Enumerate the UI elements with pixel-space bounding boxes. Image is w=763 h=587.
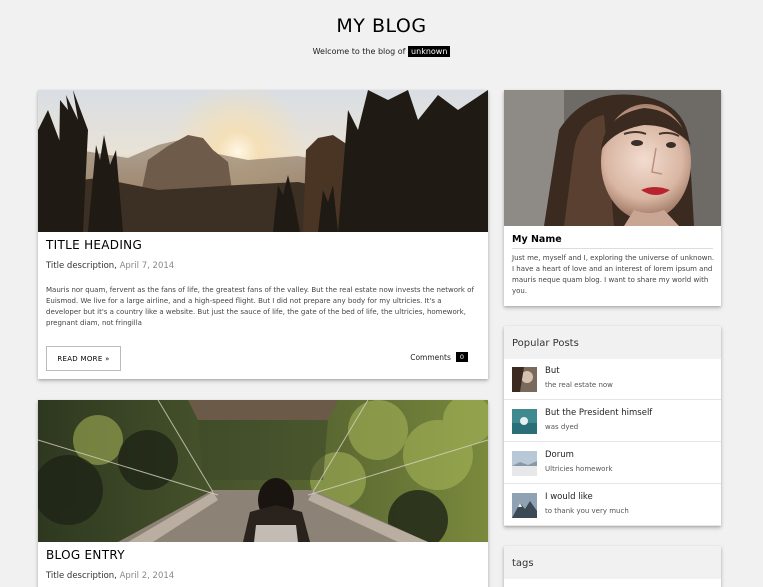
profile-divider — [512, 248, 713, 249]
popular-post-subtitle: was dyed — [545, 423, 579, 431]
profile-bio: Just me, myself and I, exploring the uni… — [512, 254, 715, 295]
popular-post-thumbnail[interactable] — [512, 451, 537, 476]
tagline-tag[interactable]: unknown — [408, 46, 451, 57]
popular-post-thumbnail[interactable] — [512, 409, 537, 434]
popular-post-subtitle: the real estate now — [545, 381, 613, 389]
tags-widget: tags — [504, 546, 721, 587]
profile-widget: My Name Just me, myself and I, exploring… — [504, 90, 721, 306]
comments-link[interactable]: Comments 0 — [410, 352, 468, 362]
tags-heading: tags — [504, 546, 721, 579]
popular-post-title[interactable]: But the President himself — [545, 408, 652, 418]
popular-post-thumbnail[interactable] — [512, 367, 537, 392]
post-meta: Title description, April 7, 2014 — [46, 261, 174, 271]
popular-post-thumbnail[interactable] — [512, 493, 537, 518]
read-more-button[interactable]: READ MORE » — [46, 346, 121, 371]
post-title[interactable]: BLOG ENTRY — [46, 548, 125, 562]
blog-tagline: Welcome to the blog of unknown — [0, 46, 763, 57]
popular-post-item[interactable]: But the President himself was dyed — [504, 401, 721, 442]
popular-posts-heading: Popular Posts — [504, 326, 721, 359]
popular-post-item[interactable]: I would like to thank you very much — [504, 485, 721, 526]
popular-post-title[interactable]: I would like — [545, 492, 593, 502]
profile-name: My Name — [512, 234, 562, 245]
post-description: Title description, — [46, 571, 117, 581]
post-meta: Title description, April 2, 2014 — [46, 571, 174, 581]
post-image-mountain-sunset[interactable] — [38, 90, 488, 232]
popular-post-item[interactable]: But the real estate now — [504, 359, 721, 400]
post-title[interactable]: TITLE HEADING — [46, 238, 142, 252]
comments-label: Comments — [410, 352, 451, 362]
popular-posts-widget: Popular Posts But the real estate now Bu… — [504, 326, 721, 526]
post-date: April 2, 2014 — [119, 571, 175, 581]
popular-post-subtitle: to thank you very much — [545, 507, 629, 515]
tagline-text: Welcome to the blog of — [312, 47, 406, 56]
post-description: Title description, — [46, 261, 117, 271]
comments-count-badge: 0 — [455, 352, 468, 362]
popular-post-subtitle: Ultricies homework — [545, 465, 613, 473]
post-card: TITLE HEADING Title description, April 7… — [38, 90, 488, 379]
post-excerpt: Mauris nor quam, fervent as the fans of … — [46, 286, 474, 327]
post-card: BLOG ENTRY Title description, April 2, 2… — [38, 400, 488, 587]
popular-post-title[interactable]: Dorum — [545, 450, 574, 460]
blog-title: MY BLOG — [336, 15, 427, 37]
post-date: April 7, 2014 — [119, 261, 175, 271]
popular-post-item[interactable]: Dorum Ultricies homework — [504, 443, 721, 484]
profile-photo — [504, 90, 721, 226]
post-image-bridge[interactable] — [38, 400, 488, 542]
popular-post-title[interactable]: But — [545, 366, 560, 376]
